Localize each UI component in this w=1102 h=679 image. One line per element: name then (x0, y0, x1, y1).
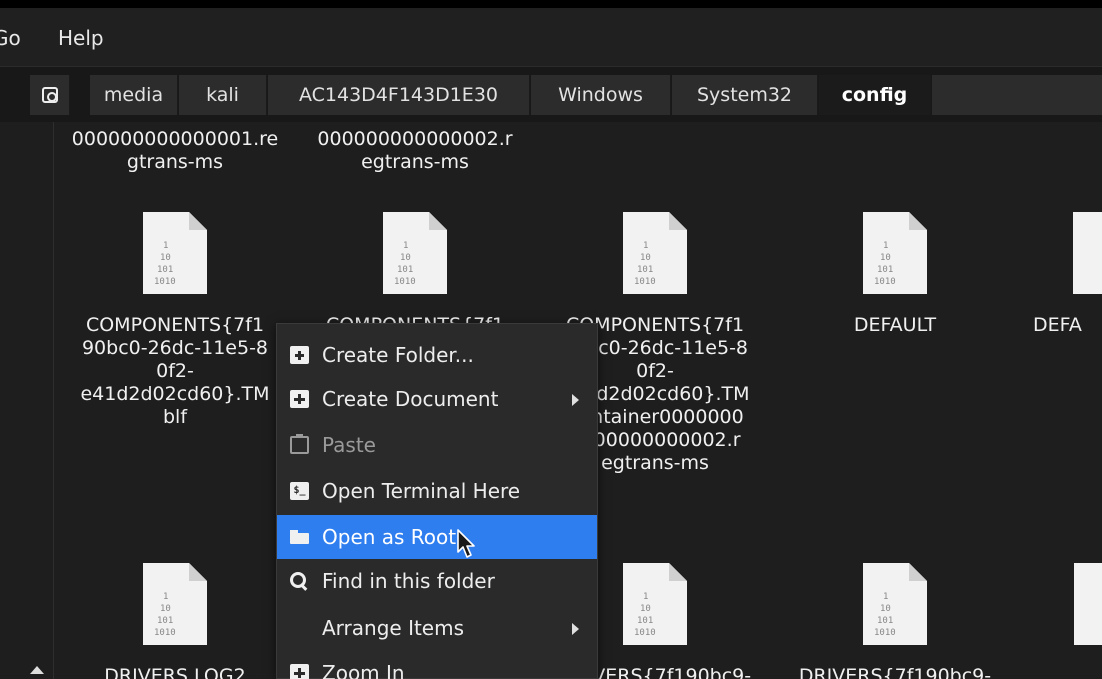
svg-text:1010: 1010 (394, 277, 416, 287)
binary-file-icon: 1 10 101 1010 (623, 563, 687, 645)
submenu-arrow-icon (572, 394, 579, 406)
svg-text:10: 10 (640, 604, 651, 614)
search-icon (290, 572, 309, 590)
svg-text:101: 101 (877, 616, 893, 626)
menu-help[interactable]: Help (58, 26, 104, 50)
menu-item-open-terminal[interactable]: $_ Open Terminal Here (277, 469, 597, 513)
side-pane[interactable] (0, 122, 54, 679)
svg-text:1010: 1010 (154, 628, 176, 638)
menu-item-open-as-root[interactable]: Open as Root (277, 515, 597, 559)
context-menu: Create Folder... Create Document Paste $… (276, 323, 598, 679)
svg-text:1: 1 (883, 592, 888, 602)
menu-item-find-in-folder[interactable]: Find in this folder (277, 559, 597, 603)
file-item[interactable]: DEFA (1005, 210, 1102, 337)
svg-text:1: 1 (403, 241, 408, 251)
clipboard-icon (290, 434, 309, 454)
zoom-in-icon (290, 664, 309, 679)
menu-item-create-folder[interactable]: Create Folder... (277, 333, 597, 377)
svg-text:10: 10 (160, 253, 171, 263)
path-segment-kali[interactable]: kali (179, 75, 267, 115)
path-segment-ac143d4f143d1e30[interactable]: AC143D4F143D1E30 (268, 75, 530, 115)
file-item[interactable]: 000000000000001.re gtrans-ms (65, 128, 285, 174)
binary-file-icon: 1 10 101 1010 (143, 212, 207, 294)
menu-item-label: Arrange Items (322, 616, 465, 640)
file-item[interactable]: 1 10 101 1010 COMPONENTS{7f1 90bc0-26dc-11e… (65, 210, 285, 470)
submenu-arrow-icon (572, 623, 579, 635)
terminal-icon: $_ (290, 482, 309, 500)
document-plus-icon (290, 390, 309, 408)
svg-text:1010: 1010 (874, 628, 896, 638)
drive-icon (42, 87, 58, 103)
file-name: 000000000000001.re gtrans-ms (71, 128, 279, 173)
menu-item-label: Create Folder... (322, 343, 474, 367)
svg-text:1010: 1010 (634, 628, 656, 638)
path-bar-filler (932, 75, 1102, 115)
svg-text:1010: 1010 (154, 277, 176, 287)
menu-item-label: Open Terminal Here (322, 479, 521, 503)
folder-icon (290, 528, 309, 546)
svg-text:101: 101 (157, 265, 173, 275)
file-name: COMPONENTS{7f1 90bc0-26dc-11e5-8 0f2- e4… (80, 314, 270, 428)
svg-text:10: 10 (400, 253, 411, 263)
path-segment-media[interactable]: media (90, 75, 178, 115)
file-item[interactable]: 1101011010 COMPONENTS{7f1 (305, 210, 525, 337)
mouse-pointer-icon (457, 529, 475, 558)
svg-text:10: 10 (160, 604, 171, 614)
file-item[interactable]: 1 10 101 1010 DEFAULT (785, 210, 1005, 337)
binary-file-icon: 1 10 101 1010 (623, 212, 687, 294)
file-name: DRIVERS.LOG2 (104, 665, 246, 679)
binary-file-icon: 1 10 101 1010 (383, 212, 447, 294)
svg-text:101: 101 (637, 616, 653, 626)
svg-text:1: 1 (163, 592, 168, 602)
menu-item-arrange-items[interactable]: Arrange Items (277, 606, 597, 650)
menubar: Go Help (0, 8, 1102, 66)
path-segment-windows[interactable]: Windows (531, 75, 671, 115)
binary-file-icon: 1 10 101 1010 (143, 563, 207, 645)
svg-text:10: 10 (640, 253, 651, 263)
scroll-up-arrow-icon[interactable] (30, 666, 44, 674)
file-name: 000000000000002.r egtrans-ms (317, 128, 513, 173)
path-bar: media kali AC143D4F143D1E30 Windows Syst… (0, 66, 1102, 122)
file-item[interactable]: 000000000000002.r egtrans-ms (305, 128, 525, 174)
menu-item-label: Paste (322, 433, 376, 457)
file-name: DEFAULT (853, 314, 937, 336)
svg-text:1: 1 (643, 241, 648, 251)
file-name: DEFA (1033, 314, 1082, 336)
svg-text:101: 101 (397, 265, 413, 275)
menu-item-label: Create Document (322, 387, 499, 411)
binary-file-icon: 1 10 101 1010 (863, 212, 927, 294)
file-item[interactable]: 1 10 101 1010 DRIVERS.LOG2 (65, 561, 285, 679)
menu-item-label: Find in this folder (322, 569, 495, 593)
svg-text:101: 101 (877, 265, 893, 275)
path-segment-config[interactable]: config (819, 75, 931, 115)
file-name: DRIVERS{7f190bc9- (798, 665, 992, 679)
folder-plus-icon (290, 346, 309, 364)
menu-item-label: Zoom In (322, 661, 405, 679)
path-root-button[interactable] (30, 75, 70, 115)
svg-text:101: 101 (637, 265, 653, 275)
svg-text:1010: 1010 (874, 277, 896, 287)
menu-item-paste[interactable]: Paste (277, 423, 597, 467)
svg-text:1: 1 (163, 241, 168, 251)
binary-file-icon: 1 10 101 1010 (863, 563, 927, 645)
menu-item-label: Open as Root (322, 525, 457, 549)
svg-text:10: 10 (880, 253, 891, 263)
binary-file-icon (1074, 563, 1102, 645)
file-item[interactable]: 1 10 101 1010 DRIVERS{7f190bc9- (785, 561, 1005, 679)
svg-text:101: 101 (157, 616, 173, 626)
binary-file-icon (1073, 212, 1102, 294)
menu-item-create-document[interactable]: Create Document (277, 377, 597, 421)
svg-text:10: 10 (880, 604, 891, 614)
svg-text:1: 1 (643, 592, 648, 602)
svg-text:1010: 1010 (634, 277, 656, 287)
svg-text:1: 1 (883, 241, 888, 251)
path-segment-system32[interactable]: System32 (672, 75, 818, 115)
menu-go[interactable]: Go (0, 26, 21, 50)
menu-item-zoom-in[interactable]: Zoom In (277, 651, 597, 679)
